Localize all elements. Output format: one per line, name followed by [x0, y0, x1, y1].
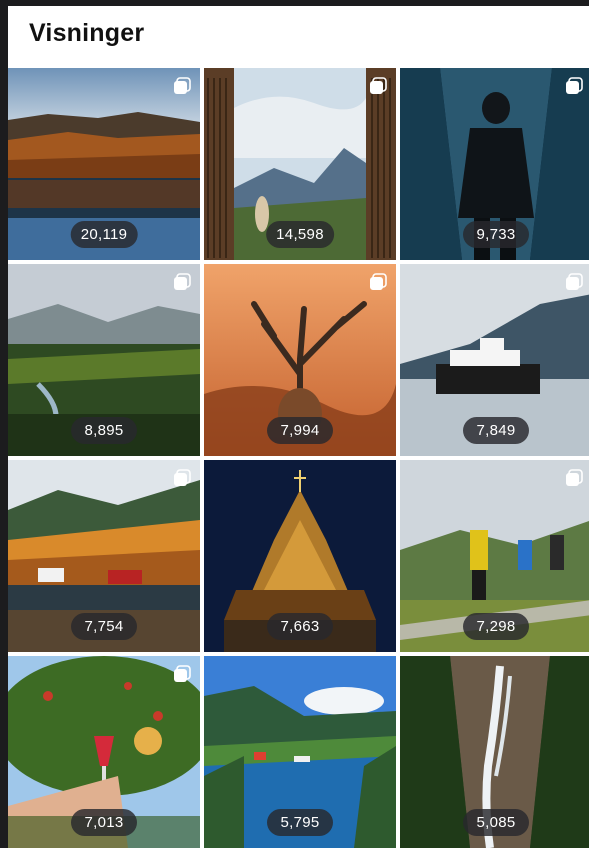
- post-tile-9[interactable]: 7,298: [400, 460, 589, 652]
- view-count: 5,795: [267, 809, 333, 836]
- post-tile-1[interactable]: 20,119: [8, 68, 200, 260]
- multi-photo-icon: [566, 77, 583, 94]
- post-tile-5[interactable]: 7,994: [204, 264, 396, 456]
- view-count: 7,754: [71, 613, 137, 640]
- post-tile-4[interactable]: 8,895: [8, 264, 200, 456]
- multi-photo-icon: [370, 77, 387, 94]
- multi-photo-icon: [174, 273, 191, 290]
- post-tile-12[interactable]: 5,085: [400, 656, 589, 848]
- view-count: 7,663: [267, 613, 333, 640]
- multi-photo-icon: [174, 77, 191, 94]
- multi-photo-icon: [566, 273, 583, 290]
- post-tile-2[interactable]: 14,598: [204, 68, 396, 260]
- view-count: 5,085: [463, 809, 529, 836]
- view-count: 7,849: [463, 417, 529, 444]
- post-tile-10[interactable]: 7,013: [8, 656, 200, 848]
- view-count: 20,119: [70, 221, 138, 248]
- view-count: 7,013: [71, 809, 137, 836]
- post-tile-7[interactable]: 7,754: [8, 460, 200, 652]
- post-tile-8[interactable]: 7,663: [204, 460, 396, 652]
- page-title: Visninger: [29, 19, 145, 47]
- view-count: 7,298: [463, 613, 529, 640]
- post-tile-11[interactable]: 5,795: [204, 656, 396, 848]
- post-tile-3[interactable]: 9,733: [400, 68, 589, 260]
- post-tile-6[interactable]: 7,849: [400, 264, 589, 456]
- multi-photo-icon: [174, 665, 191, 682]
- view-count: 9,733: [463, 221, 529, 248]
- multi-photo-icon: [174, 469, 191, 486]
- multi-photo-icon: [370, 273, 387, 290]
- multi-photo-icon: [566, 469, 583, 486]
- view-count: 7,994: [267, 417, 333, 444]
- views-panel: Visninger 20,119 14,598 9,733 8,895 7,99…: [8, 6, 589, 848]
- view-count: 14,598: [266, 221, 334, 248]
- view-count: 8,895: [71, 417, 137, 444]
